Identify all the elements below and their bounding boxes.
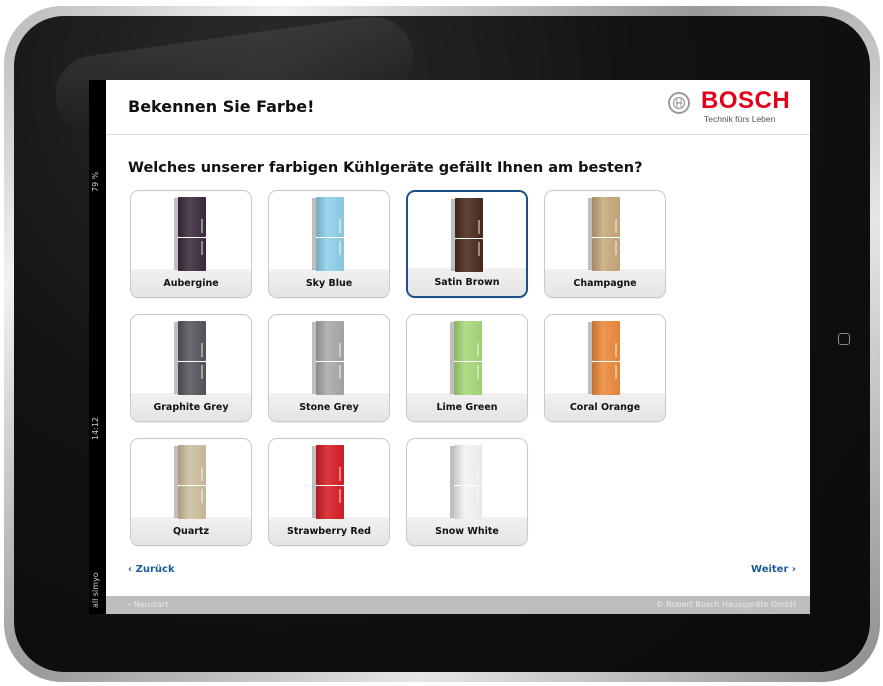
app-header: Bekennen Sie Farbe! BOSCH Technik fürs L… (106, 80, 810, 135)
carrier-signal: all simyo (91, 572, 100, 608)
fridge-image (588, 197, 620, 271)
color-option-label: Strawberry Red (287, 526, 371, 537)
fridge-handle (339, 343, 341, 357)
color-option-tile[interactable]: Strawberry Red (268, 438, 390, 546)
fridge-image (588, 321, 620, 395)
fridge-handle (339, 467, 341, 481)
fridge-handle (615, 343, 617, 357)
color-option-label: Aubergine (163, 278, 219, 289)
fridge-handle (615, 365, 617, 379)
bosch-armature-icon (668, 92, 690, 114)
color-option-label: Satin Brown (434, 277, 500, 288)
fridge-handle (478, 242, 480, 256)
brand-name: BOSCH (701, 87, 791, 114)
fridge-image (312, 445, 344, 519)
color-option-tile[interactable]: Satin Brown (406, 190, 528, 298)
fridge-handle (339, 365, 341, 379)
color-option-tile[interactable]: Coral Orange (544, 314, 666, 422)
fridge-handle (477, 343, 479, 357)
fridge-handle (201, 343, 203, 357)
fridge-handle (339, 241, 341, 255)
footer-bar: ‹ Neustart © Robert Bosch Hausgeräte Gmb… (106, 596, 810, 614)
battery-indicator: 79 % (91, 171, 100, 192)
fridge-image (312, 197, 344, 271)
fridge-handle (201, 241, 203, 255)
fridge-handle (201, 489, 203, 503)
survey-question: Welches unserer farbigen Kühlgeräte gefä… (128, 160, 643, 176)
back-link[interactable]: ‹ Zurück (128, 564, 175, 575)
color-option-tile[interactable]: Graphite Grey (130, 314, 252, 422)
fridge-handle (477, 467, 479, 481)
color-option-label: Stone Grey (299, 402, 359, 413)
fridge-handle (615, 241, 617, 255)
fridge-handle (478, 220, 480, 234)
status-bar: 79 % 14:12 all simyo (89, 80, 106, 614)
color-option-tile[interactable]: Champagne (544, 190, 666, 298)
fridge-handle (201, 467, 203, 481)
fridge-handle (339, 489, 341, 503)
home-button[interactable] (838, 333, 850, 345)
fridge-handle (201, 219, 203, 233)
app-screen: Bekennen Sie Farbe! BOSCH Technik fürs L… (106, 80, 810, 614)
color-option-label: Quartz (172, 526, 209, 537)
color-option-label: Coral Orange (569, 402, 641, 413)
copyright-text: © Robert Bosch Hausgeräte GmbH (655, 600, 796, 609)
color-option-label: Snow White (435, 526, 499, 537)
fridge-image (174, 197, 206, 271)
fridge-image (450, 445, 482, 519)
page-title: Bekennen Sie Farbe! (128, 97, 315, 116)
fridge-image (451, 198, 483, 272)
color-options-grid: Aubergine Sky Blue Satin Brown Champagne Gra… (106, 190, 810, 550)
color-option-tile[interactable]: Snow White (406, 438, 528, 546)
fridge-handle (615, 219, 617, 233)
brand-tagline: Technik fürs Leben (704, 114, 776, 124)
fridge-image (174, 445, 206, 519)
color-option-label: Lime Green (436, 402, 498, 413)
color-option-label: Sky Blue (305, 278, 353, 289)
fridge-handle (201, 365, 203, 379)
bosch-logo: BOSCH Technik fürs Leben (668, 88, 798, 128)
fridge-image (174, 321, 206, 395)
fridge-image (312, 321, 344, 395)
color-option-tile[interactable]: Aubergine (130, 190, 252, 298)
color-option-tile[interactable]: Lime Green (406, 314, 528, 422)
fridge-handle (339, 219, 341, 233)
color-option-label: Graphite Grey (153, 402, 229, 413)
fridge-handle (477, 489, 479, 503)
status-time: 14:12 (91, 416, 100, 440)
fridge-handle (477, 365, 479, 379)
fridge-image (450, 321, 482, 395)
color-option-tile[interactable]: Sky Blue (268, 190, 390, 298)
next-link[interactable]: Weiter › (751, 564, 796, 575)
restart-link[interactable]: ‹ Neustart (128, 600, 168, 609)
color-option-label: Champagne (573, 278, 637, 289)
color-option-tile[interactable]: Stone Grey (268, 314, 390, 422)
color-option-tile[interactable]: Quartz (130, 438, 252, 546)
